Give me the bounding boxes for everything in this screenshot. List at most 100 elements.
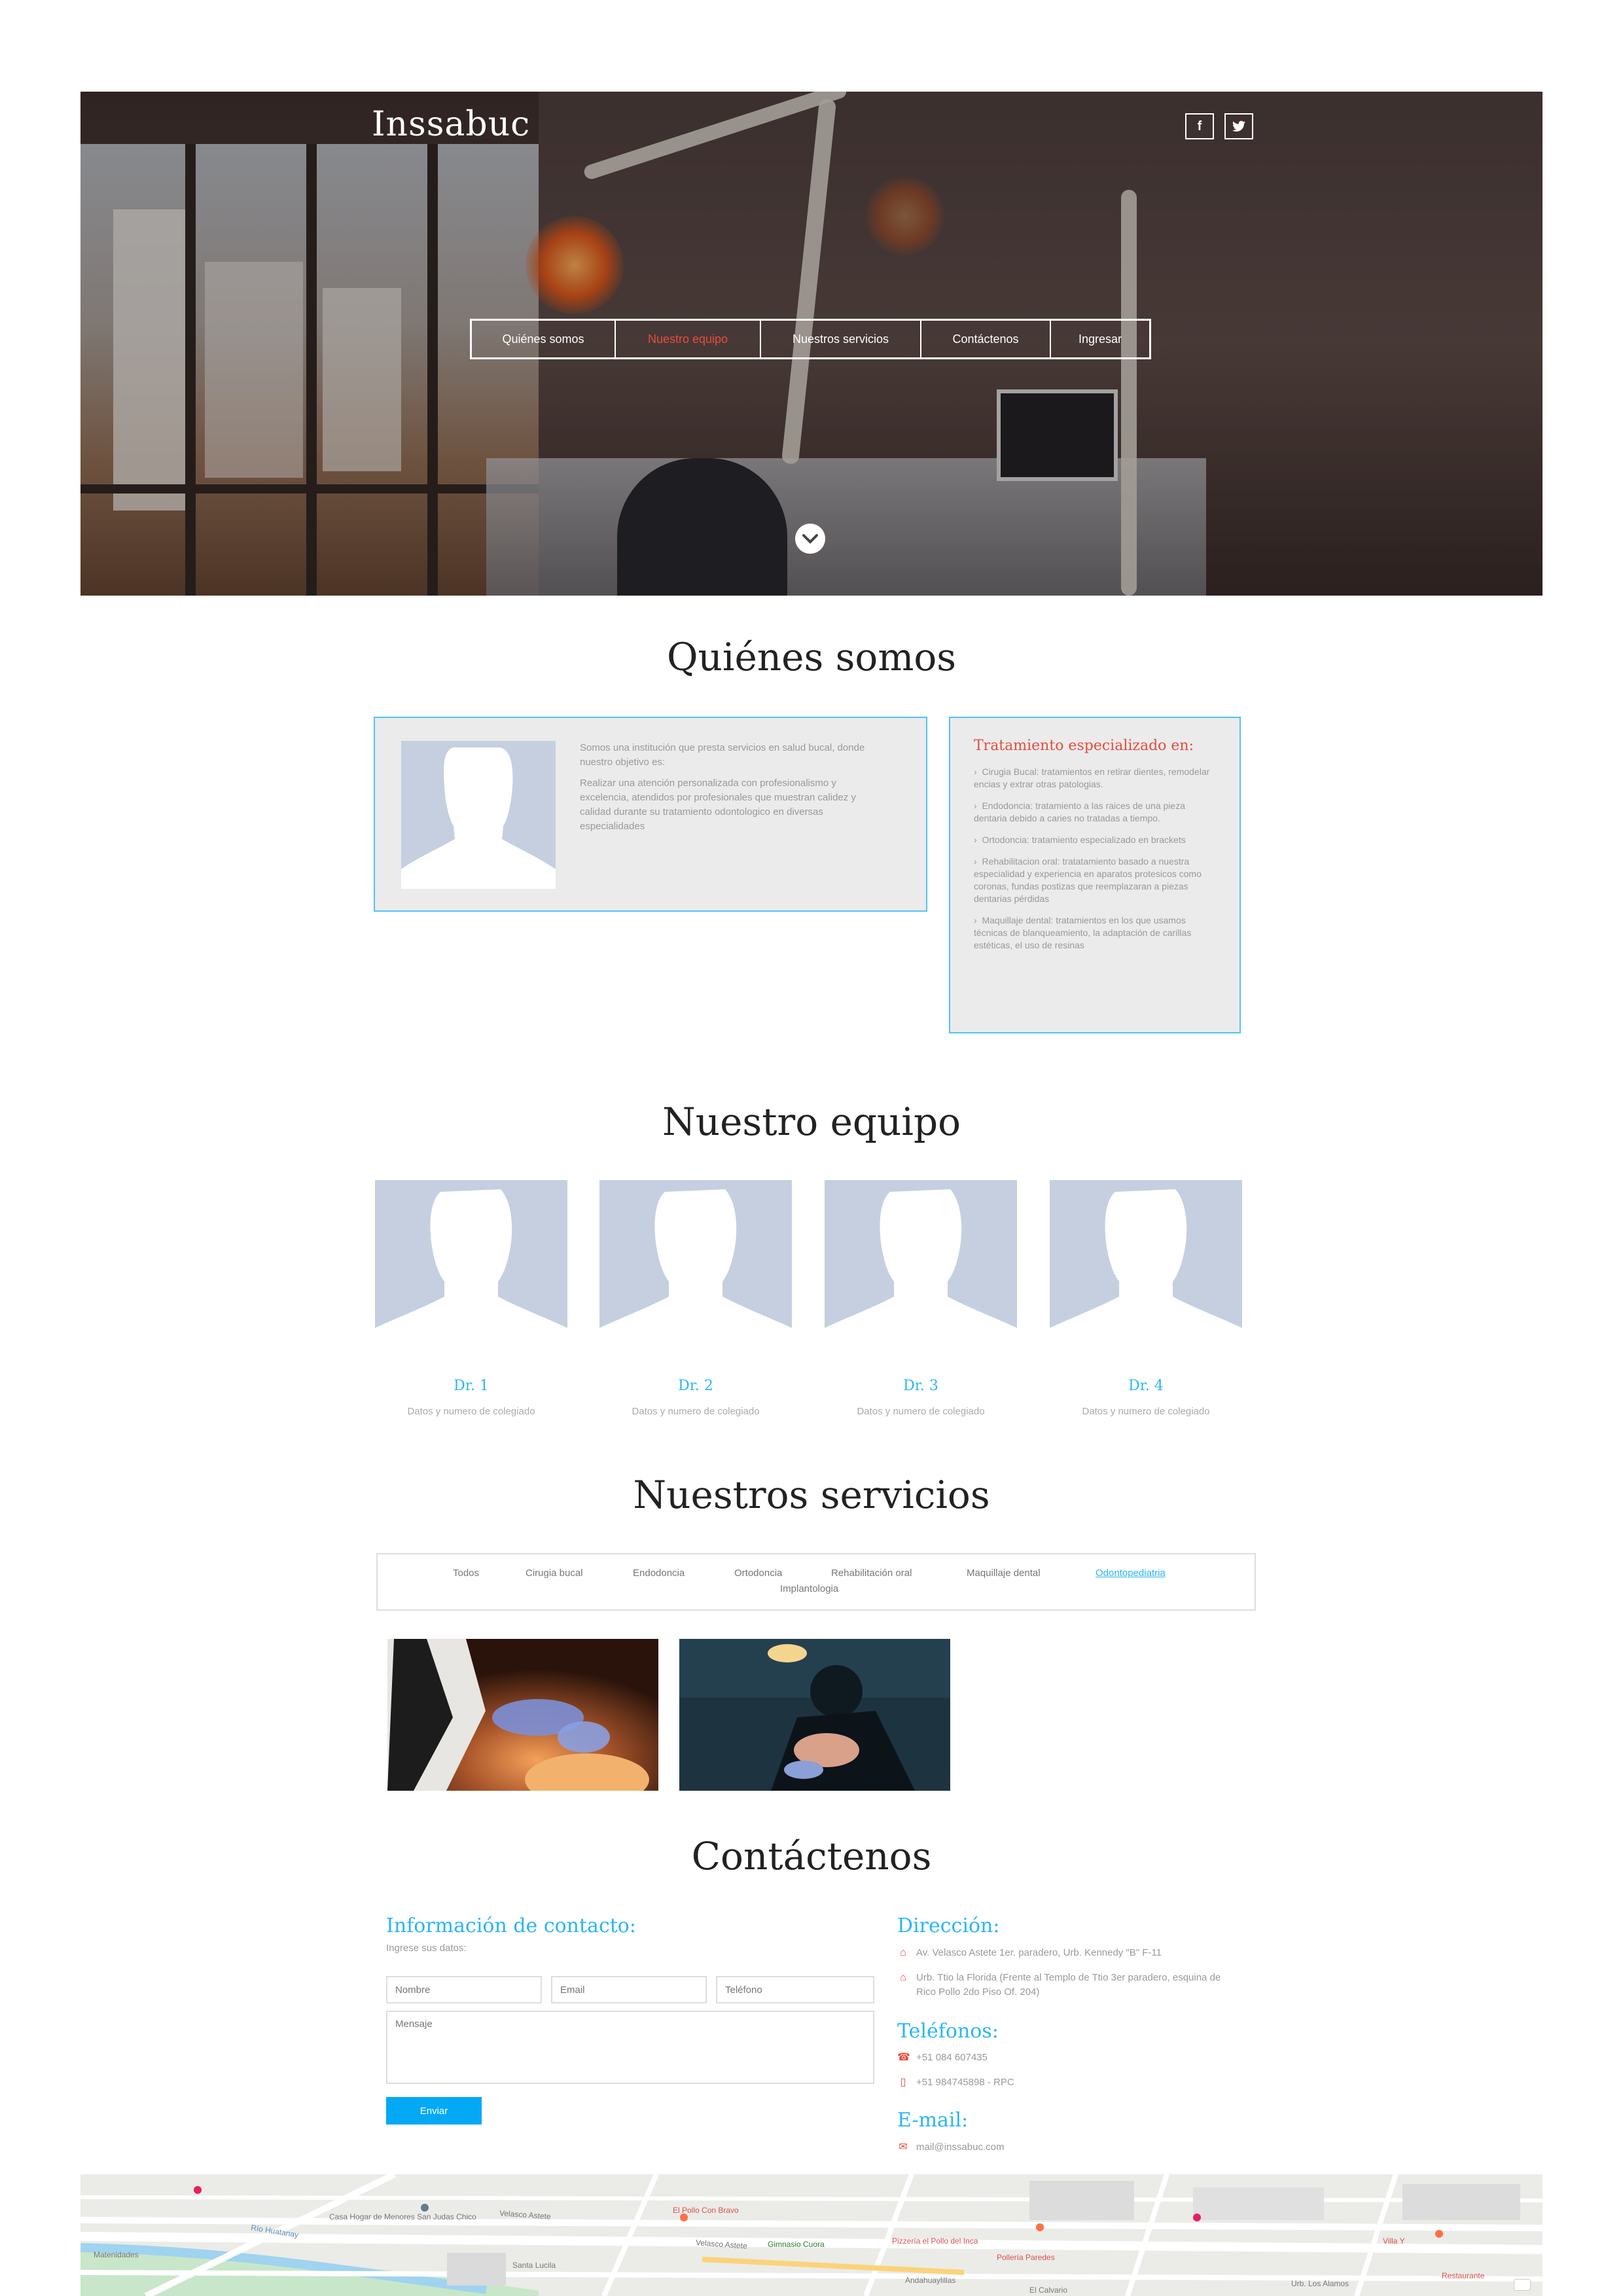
chevron-right-icon: › bbox=[974, 834, 982, 845]
team-photo[interactable] bbox=[599, 1180, 792, 1354]
home-icon: ⌂ bbox=[900, 1947, 906, 1958]
treatment-text: Cirugia Bucal: tratamientos en retirar d… bbox=[974, 766, 1210, 789]
twitter-bird-icon bbox=[1232, 120, 1245, 132]
about-avatar bbox=[401, 741, 556, 889]
team-member-name[interactable]: Dr. 4 bbox=[1050, 1378, 1242, 1394]
service-image-surgery bbox=[679, 1639, 950, 1791]
map-place-label: Casa Hogar de Menores San Judas Chico bbox=[329, 2212, 476, 2221]
map-roads bbox=[80, 2174, 1543, 2296]
nav-nuestros-servicios[interactable]: Nuestros servicios bbox=[761, 321, 921, 357]
map-pin-icon[interactable] bbox=[194, 2186, 202, 2194]
map-place-label: El Calvario bbox=[1029, 2286, 1068, 2295]
treatment-item: › Maquillaje dental: tratamientos en los… bbox=[974, 914, 1216, 952]
mobile-icon: ▯ bbox=[900, 2077, 906, 2088]
filter-todos[interactable]: Todos bbox=[453, 1568, 479, 1579]
map-pin-icon[interactable] bbox=[421, 2204, 429, 2212]
service-photo[interactable] bbox=[679, 1639, 950, 1791]
brand-logo[interactable]: Inssabuc bbox=[372, 105, 530, 144]
treatment-text: Rehabilitacion oral: tratatamiento basad… bbox=[974, 856, 1202, 904]
nav-nuestro-equipo[interactable]: Nuestro equipo bbox=[616, 321, 761, 357]
filter-endodoncia[interactable]: Endodoncia bbox=[633, 1568, 685, 1579]
nav-ingresar[interactable]: Ingresar bbox=[1051, 321, 1149, 357]
message-field[interactable] bbox=[386, 2011, 874, 2084]
treatment-item: › Rehabilitacion oral: tratatamiento bas… bbox=[974, 855, 1216, 905]
filter-maquillaje-dental[interactable]: Maquillaje dental bbox=[967, 1568, 1041, 1579]
map-pin-icon[interactable] bbox=[1435, 2230, 1443, 2238]
about-card: Somos una institución que presta servici… bbox=[374, 717, 927, 912]
email-field[interactable] bbox=[551, 1976, 707, 2003]
team-member-name[interactable]: Dr. 1 bbox=[375, 1378, 567, 1394]
team-member-info: Datos y numero de colegiado bbox=[632, 1406, 760, 1417]
contact-info-subtitle: Ingrese sus datos: bbox=[386, 1943, 467, 1954]
phone-line[interactable]: +51 984745898 - RPC bbox=[916, 2075, 1014, 2090]
address-line: Urb. Ttio la Florida (Frente al Templo d… bbox=[916, 1972, 1221, 1998]
mail-icon: ✉ bbox=[899, 2142, 908, 2153]
phone-icon: ☎ bbox=[897, 2052, 910, 2063]
map-poi-label: Pizzería el Pollo del Inca bbox=[892, 2236, 978, 2246]
team-photo[interactable] bbox=[825, 1180, 1017, 1354]
email-title: E-mail: bbox=[897, 2109, 969, 2132]
about-text: Somos una institución que presta servici… bbox=[580, 741, 887, 840]
name-field[interactable] bbox=[386, 1976, 542, 2003]
email-link[interactable]: mail@inssabuc.com bbox=[916, 2140, 1004, 2155]
map-poi-label: Gimnasio Cuora bbox=[768, 2240, 825, 2249]
person-silhouette-icon bbox=[375, 1189, 567, 1354]
team-photo[interactable] bbox=[375, 1180, 567, 1354]
team-member-name[interactable]: Dr. 3 bbox=[825, 1378, 1017, 1394]
filter-odontopediatria[interactable]: Odontopediatria bbox=[1096, 1568, 1166, 1579]
chevron-right-icon: › bbox=[974, 915, 982, 925]
about-paragraph: Realizar una atención personalizada con … bbox=[580, 778, 856, 832]
team-member-info: Datos y numero de colegiado bbox=[407, 1406, 535, 1417]
filter-rehabilitacion-oral[interactable]: Rehabilitación oral bbox=[831, 1568, 912, 1579]
map-place-label: Matenidades bbox=[94, 2250, 139, 2259]
map-place-label: Urb. Los Alamos bbox=[1291, 2279, 1349, 2288]
chevron-right-icon: › bbox=[974, 800, 982, 811]
map-pin-icon[interactable] bbox=[1193, 2214, 1201, 2221]
team-member-info: Datos y numero de colegiado bbox=[857, 1406, 985, 1417]
map-poi-label: Pollería Paredes bbox=[997, 2253, 1055, 2262]
treatments-card: Tratamiento especializado en: › Cirugia … bbox=[949, 717, 1241, 1033]
contact-info-title: Información de contacto: bbox=[386, 1914, 636, 1937]
send-button[interactable]: Enviar bbox=[386, 2097, 482, 2125]
about-paragraph: Somos una institución que presta servici… bbox=[580, 742, 865, 768]
map-place-label: Santa Lucila bbox=[512, 2261, 556, 2270]
address-line: Av. Velasco Astete 1er. paradero, Urb. K… bbox=[916, 1947, 1162, 1958]
map-pin-icon[interactable] bbox=[1036, 2223, 1044, 2231]
person-silhouette-icon bbox=[599, 1189, 792, 1354]
phone-field[interactable] bbox=[716, 1976, 874, 2003]
treatment-item: › Cirugia Bucal: tratamientos en retirar… bbox=[974, 766, 1216, 791]
team-member-name[interactable]: Dr. 2 bbox=[599, 1378, 792, 1394]
facebook-icon[interactable]: f bbox=[1185, 113, 1214, 139]
section-title-contactenos: Contáctenos bbox=[691, 1834, 932, 1878]
nav-quienes-somos[interactable]: Quiénes somos bbox=[472, 321, 616, 357]
scroll-down-button[interactable] bbox=[795, 524, 825, 554]
person-silhouette-icon bbox=[1050, 1189, 1242, 1354]
filter-ortodoncia[interactable]: Ortodoncia bbox=[734, 1568, 782, 1579]
location-map[interactable]: Velasco Astete Velasco Astete Río Huatan… bbox=[80, 2174, 1543, 2296]
address-title: Dirección: bbox=[897, 1914, 1000, 1937]
map-poi-label: Villa Y bbox=[1383, 2236, 1405, 2246]
home-icon: ⌂ bbox=[900, 1972, 906, 1983]
chevron-right-icon: › bbox=[974, 766, 982, 777]
map-poi-label: Restaurante bbox=[1442, 2271, 1485, 2280]
map-pin-icon[interactable] bbox=[680, 2214, 688, 2221]
filter-cirugia-bucal[interactable]: Cirugia bucal bbox=[526, 1568, 583, 1579]
nav-contactenos[interactable]: Contáctenos bbox=[921, 321, 1051, 357]
map-place-label: Andahuaylillas bbox=[905, 2276, 956, 2285]
main-nav: Quiénes somos Nuestro equipo Nuestros se… bbox=[470, 319, 1151, 359]
treatments-title: Tratamiento especializado en: bbox=[974, 738, 1194, 754]
service-photo[interactable] bbox=[387, 1639, 658, 1791]
map-zoom-control[interactable] bbox=[1514, 2279, 1531, 2291]
phone-line[interactable]: +51 084 607435 bbox=[916, 2051, 988, 2065]
service-image-dentist bbox=[387, 1639, 658, 1791]
team-photo[interactable] bbox=[1050, 1180, 1242, 1354]
section-title-quienes-somos: Quiénes somos bbox=[666, 635, 957, 679]
person-silhouette-icon bbox=[401, 747, 556, 889]
twitter-icon[interactable] bbox=[1224, 113, 1253, 139]
filter-implantologia[interactable]: Implantologia bbox=[780, 1583, 838, 1594]
section-title-nuestros-servicios: Nuestros servicios bbox=[633, 1473, 990, 1517]
treatment-text: Endodoncia: tratamiento a las raices de … bbox=[974, 800, 1185, 823]
person-silhouette-icon bbox=[825, 1189, 1017, 1354]
treatment-text: Maquillaje dental: tratamientos en los q… bbox=[974, 915, 1192, 950]
chevron-down-icon bbox=[802, 534, 818, 544]
